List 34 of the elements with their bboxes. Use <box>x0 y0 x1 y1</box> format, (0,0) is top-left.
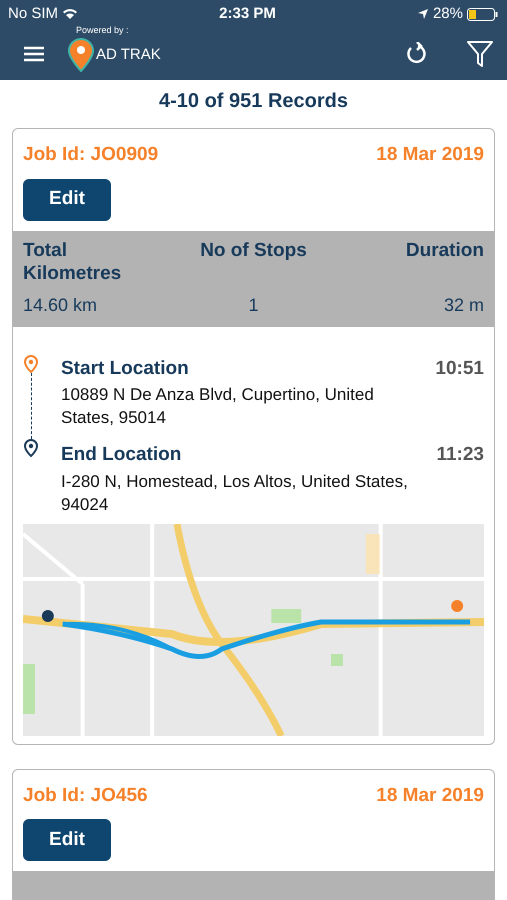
route-line <box>30 372 32 438</box>
filter-icon[interactable] <box>467 41 493 67</box>
edit-button[interactable]: Edit <box>23 178 111 220</box>
job-id: Job Id: JO0909 <box>23 143 158 167</box>
stop-address: I-280 N, Homestead, Los Altos, United States, 94024 <box>61 470 409 516</box>
battery-icon <box>467 8 499 20</box>
records-title: 4-10 of 951 Records <box>159 89 348 114</box>
stat-label: Duration <box>406 238 484 262</box>
job-date: 18 Mar 2019 <box>376 784 484 808</box>
stop-time: 11:23 <box>436 443 484 467</box>
stat-value: 32 m <box>444 294 484 316</box>
location-pin-icon <box>24 354 38 372</box>
brand-name: AD TRAK <box>96 44 161 64</box>
logo-icon <box>68 38 94 72</box>
stop-title: End Location <box>61 443 182 467</box>
stop-address: 10889 N De Anza Blvd, Cupertino, United States, 95014 <box>61 384 375 429</box>
stop-time: 10:51 <box>435 356 484 380</box>
stat-label: No of Stops <box>200 238 307 262</box>
clock: 2:33 PM <box>219 4 276 24</box>
job-date: 18 Mar 2019 <box>376 143 484 167</box>
location-arrow-icon <box>416 8 429 20</box>
menu-icon[interactable] <box>24 46 44 62</box>
location-pin-icon <box>24 438 38 456</box>
carrier-label: No SIM <box>8 4 58 24</box>
battery-percent: 28% <box>432 4 463 24</box>
job-id: Job Id: JO456 <box>23 784 148 808</box>
stop-title: Start Location <box>61 356 189 380</box>
powered-by-label: Powered by : <box>75 24 130 38</box>
refresh-icon[interactable] <box>405 42 427 66</box>
stat-value: 14.60 km <box>23 294 98 316</box>
stat-label: Total Kilometres <box>23 238 122 284</box>
edit-button[interactable]: Edit <box>23 819 111 861</box>
stat-value: 1 <box>248 294 258 316</box>
wifi-icon <box>62 8 78 20</box>
